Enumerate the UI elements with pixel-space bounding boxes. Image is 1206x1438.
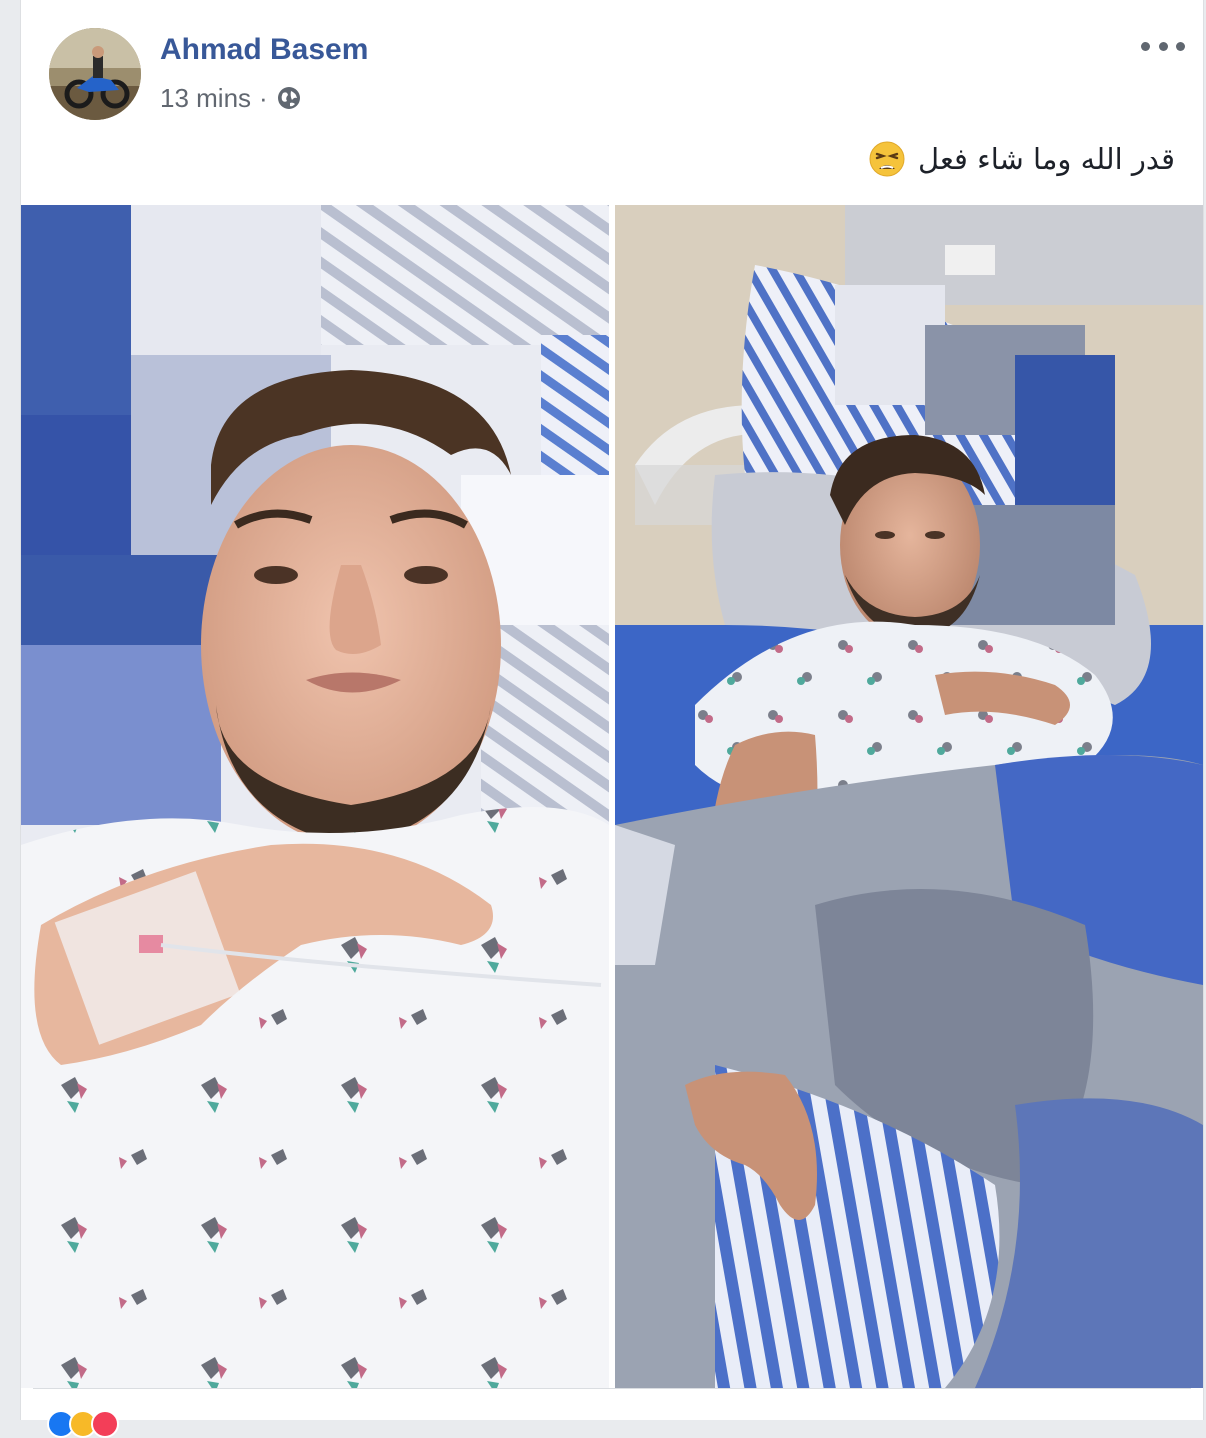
more-options-icon[interactable] bbox=[1141, 34, 1185, 58]
dot bbox=[1158, 41, 1168, 51]
dot bbox=[1176, 41, 1185, 51]
post-photo-2[interactable] bbox=[615, 205, 1203, 1388]
love-icon bbox=[91, 1410, 119, 1438]
photo-2-image bbox=[615, 205, 1203, 1388]
post-photo-1[interactable] bbox=[21, 205, 609, 1388]
avatar-image bbox=[49, 28, 141, 120]
globe-icon[interactable] bbox=[276, 85, 302, 111]
author-name[interactable]: Ahmad Basem bbox=[160, 33, 368, 67]
dot bbox=[1141, 41, 1150, 51]
post-text: قدر الله وما شاء فعل bbox=[868, 140, 1175, 178]
post-meta: 13 mins · bbox=[160, 82, 302, 114]
reaction-summary[interactable] bbox=[47, 1410, 119, 1438]
post-timestamp[interactable]: 13 mins bbox=[160, 83, 251, 114]
tired-face-emoji bbox=[868, 140, 906, 178]
author-avatar[interactable] bbox=[49, 28, 141, 120]
post-divider bbox=[33, 1388, 1191, 1389]
post-message: قدر الله وما شاء فعل bbox=[918, 142, 1175, 176]
photo-1-image bbox=[21, 205, 609, 1388]
meta-separator: · bbox=[259, 82, 268, 113]
feed-post: Ahmad Basem 13 mins · قدر الله وما شاء ف… bbox=[20, 0, 1204, 1438]
